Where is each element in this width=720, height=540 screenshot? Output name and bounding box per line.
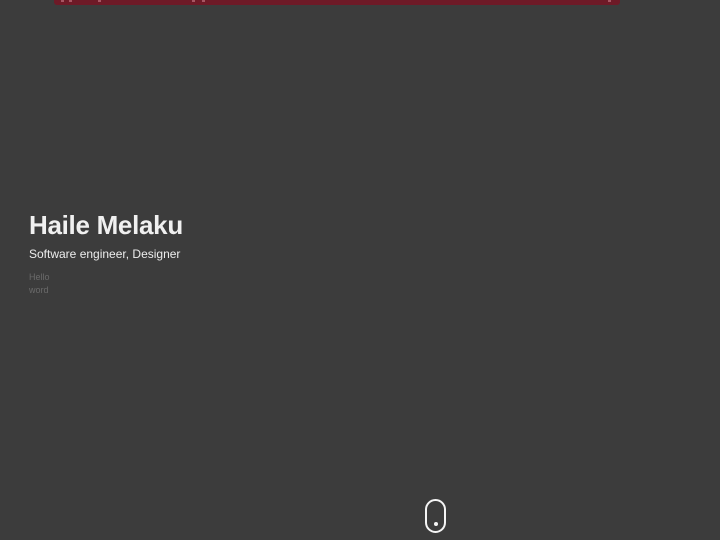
- hero-name: Haile Melaku: [29, 210, 183, 240]
- nav-item-fragment: [192, 0, 195, 2]
- nav-item-fragment: [61, 0, 64, 2]
- scroll-wheel-dot: [434, 522, 438, 526]
- nav-item-fragment: [98, 0, 101, 2]
- mouse-scroll-icon[interactable]: [425, 499, 446, 533]
- hero-greeting: Hello word: [29, 272, 50, 295]
- nav-item-fragment: [608, 0, 611, 2]
- nav-item-fragment: [202, 0, 205, 2]
- hero-subtitle: Software engineer, Designer: [29, 247, 181, 261]
- top-bar: [0, 0, 720, 7]
- hero-section: Haile Melaku Software engineer, Designer…: [29, 209, 183, 297]
- top-nav-strip: [54, 0, 620, 5]
- nav-item-fragment: [69, 0, 72, 2]
